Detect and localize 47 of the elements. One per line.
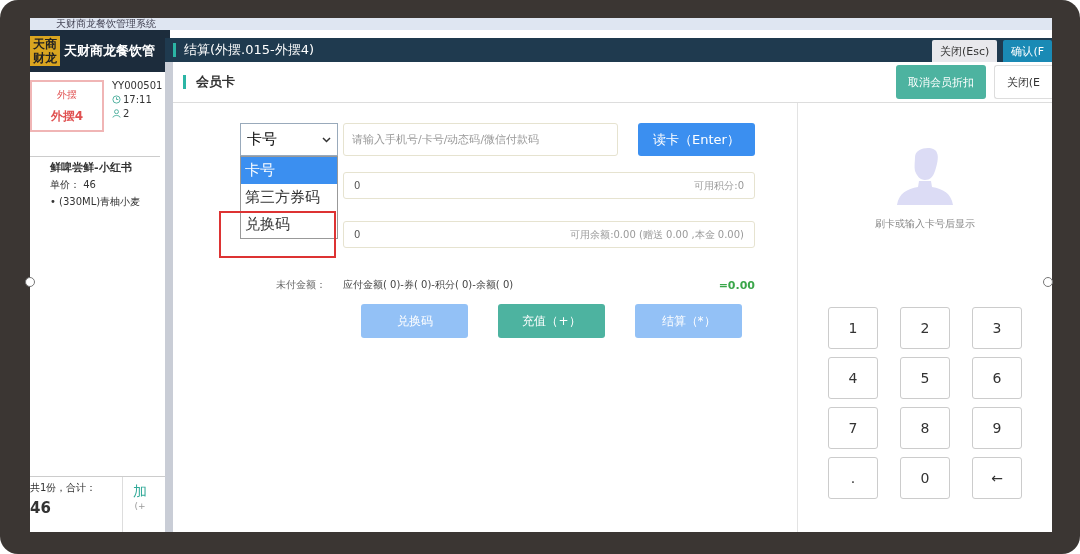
table-area: 外摆 xyxy=(57,87,77,102)
close-button[interactable]: 关闭(Esc) xyxy=(932,40,998,62)
keypad-key[interactable]: 8 xyxy=(900,407,950,449)
resize-handle[interactable] xyxy=(25,277,35,287)
total-label: 共1份，合计： xyxy=(30,481,98,495)
type-select[interactable]: 卡号 xyxy=(240,123,338,156)
caret-icon xyxy=(322,136,331,143)
dialog-title: 结算(外摆.015-外摆4) xyxy=(184,41,315,59)
keypad-key[interactable]: ← xyxy=(972,457,1022,499)
table-card[interactable]: 外摆 外摆4 xyxy=(30,80,104,132)
keypad-key[interactable]: 2 xyxy=(900,307,950,349)
amount-field[interactable]: 0 可用余额:0.00 (赠送 0.00 ,本金 0.00) xyxy=(343,221,755,248)
unpaid-label: 未付金额： xyxy=(275,278,327,292)
keypad-key[interactable]: 4 xyxy=(828,357,878,399)
avatar-hint: 刷卡或输入卡号后显示 xyxy=(875,217,975,231)
item-price: 单价： 46 xyxy=(50,178,97,192)
order-item[interactable]: 鲜啤尝鲜-小红书 单价： 46 • (330ML)青柚小麦 xyxy=(30,156,160,209)
unpaid-amount: =0.00 xyxy=(718,278,755,292)
window-title: 天财商龙餐饮管理系统 xyxy=(30,18,1052,30)
person-icon xyxy=(112,109,121,118)
order-number: YY000501 xyxy=(112,80,163,91)
search-field[interactable]: 请输入手机号/卡号/动态码/微信付款码 xyxy=(343,123,618,156)
item-option: • (330ML)青柚小麦 xyxy=(50,195,160,209)
keypad-key[interactable]: 5 xyxy=(900,357,950,399)
keypad-key[interactable]: 3 xyxy=(972,307,1022,349)
keypad-key[interactable]: 0 xyxy=(900,457,950,499)
keypad-key[interactable]: . xyxy=(828,457,878,499)
logo: 天商财龙 xyxy=(30,36,60,66)
keypad-key[interactable]: 7 xyxy=(828,407,878,449)
order-time: 17:11 xyxy=(123,94,152,105)
clock-icon xyxy=(112,95,121,104)
payment-formula: 应付金额( 0)-券( 0)-积分( 0)-余额( 0) xyxy=(343,278,514,292)
resize-handle[interactable] xyxy=(1043,277,1053,287)
total-amount: 46 xyxy=(30,499,52,517)
brand-name: 天财商龙餐饮管 xyxy=(64,42,155,60)
add-hint: (+ xyxy=(134,501,146,511)
table-name: 外摆4 xyxy=(50,107,84,125)
guest-count: 2 xyxy=(123,108,130,119)
keypad-key[interactable]: 6 xyxy=(972,357,1022,399)
confirm-button[interactable]: 确认(F xyxy=(1003,40,1052,62)
keypad-key[interactable]: 9 xyxy=(972,407,1022,449)
item-name: 鲜啤尝鲜-小红书 xyxy=(50,160,133,175)
keypad-key[interactable]: 1 xyxy=(828,307,878,349)
dropdown-option[interactable]: 第三方券码 xyxy=(241,184,337,211)
close-button[interactable]: 关闭(E xyxy=(993,65,1052,99)
amount-field[interactable]: 0 可用积分:0 xyxy=(343,172,755,199)
dialog-title: 会员卡 xyxy=(196,73,235,91)
